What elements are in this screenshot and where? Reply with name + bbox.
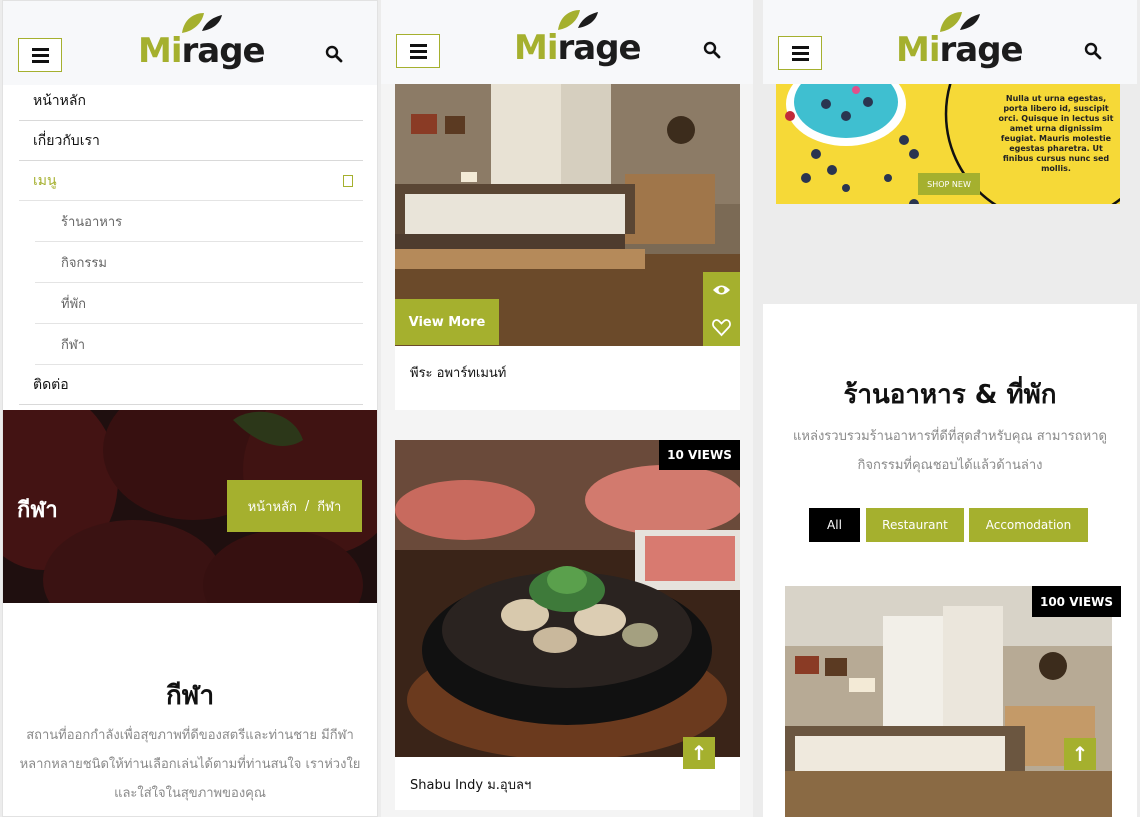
- section-description: แหล่งรวบรวมร้านอาหารที่ดีที่สุดสำหรับคุณ…: [793, 429, 1107, 473]
- logo-mi: Mi: [514, 28, 558, 68]
- filter-all-button[interactable]: All: [809, 508, 860, 542]
- mobile-panel-listings: Mirage View More พีระ อพาร์ทเมนท์ 10 VIE…: [381, 0, 753, 817]
- nav-label: เมนู: [33, 172, 57, 189]
- filter-accommodation-button[interactable]: Accomodation: [969, 508, 1088, 542]
- view-more-button[interactable]: View More: [395, 299, 499, 345]
- mobile-panel-restaurant-accommodation: Nulla ut urna egestas, porta libero id, …: [763, 0, 1137, 817]
- hamburger-menu-icon[interactable]: [396, 34, 440, 68]
- nav-label: หน้าหลัก: [33, 92, 86, 109]
- nav-label: ติดต่อ: [33, 376, 69, 393]
- submenu-label: กีฬา: [61, 337, 86, 353]
- scroll-up-arrow-icon[interactable]: ↑: [1064, 738, 1096, 770]
- listing-card[interactable]: View More พีระ อพาร์ทเมนท์: [395, 84, 740, 410]
- promo-banner[interactable]: Nulla ut urna egestas, porta libero id, …: [776, 84, 1120, 204]
- room-photo[interactable]: [785, 586, 1112, 817]
- breadcrumb: หน้าหลัก / กีฬา: [227, 480, 362, 532]
- bedroom-image: [785, 586, 1112, 817]
- submenu-label: กิจกรรม: [61, 255, 107, 271]
- listing-card[interactable]: 10 VIEWS ↑ Shabu Indy ม.อุบลฯ: [395, 440, 740, 810]
- mobile-panel-sports: Mirage หน้าหลัก เกี่ยวกับเรา เมนู ร้านอา…: [2, 0, 378, 817]
- eye-icon[interactable]: [703, 272, 740, 309]
- search-icon[interactable]: [1084, 42, 1102, 60]
- card-actions: [703, 272, 740, 346]
- mobile-nav-menu: หน้าหลัก เกี่ยวกับเรา เมนู ร้านอาหาร กิจ…: [19, 81, 363, 405]
- hamburger-menu-icon[interactable]: [18, 38, 62, 72]
- nav-item-contact[interactable]: ติดต่อ: [19, 365, 363, 405]
- views-badge: 100 VIEWS: [1032, 586, 1121, 617]
- site-header: Mirage: [763, 0, 1137, 84]
- site-header: Mirage: [381, 0, 753, 84]
- submenu-item-restaurant[interactable]: ร้านอาหาร: [35, 201, 363, 242]
- section-description: สถานที่ออกกำลังเพื่อสุขภาพที่ดีของสตรีแล…: [19, 728, 361, 801]
- promo-text: Nulla ut urna egestas, porta libero id, …: [998, 94, 1114, 173]
- filter-restaurant-button[interactable]: Restaurant: [866, 508, 964, 542]
- card-title[interactable]: Shabu Indy ม.อุบลฯ: [410, 774, 531, 795]
- listing-card[interactable]: 100 VIEWS ↑: [785, 586, 1121, 817]
- breadcrumb-current: กีฬา: [317, 499, 342, 515]
- hero-banner: กีฬา หน้าหลัก / กีฬา: [3, 410, 377, 603]
- logo-rage: rage: [557, 28, 642, 68]
- site-header: Mirage: [3, 1, 377, 85]
- mirage-logo[interactable]: Mirage: [514, 6, 642, 68]
- shop-now-button[interactable]: SHOP NEW: [918, 173, 980, 195]
- nav-item-menu[interactable]: เมนู: [19, 161, 363, 201]
- nav-item-about[interactable]: เกี่ยวกับเรา: [19, 121, 363, 161]
- submenu-toggle-icon[interactable]: [343, 175, 353, 187]
- logo-mi: Mi: [896, 30, 940, 70]
- breadcrumb-separator: /: [304, 498, 310, 514]
- hamburger-menu-icon[interactable]: [778, 36, 822, 70]
- breadcrumb-home-link[interactable]: หน้าหลัก: [248, 496, 297, 517]
- scroll-up-arrow-icon[interactable]: ↑: [683, 737, 715, 769]
- logo-rage: rage: [181, 31, 266, 71]
- logo-rage: rage: [939, 30, 1024, 70]
- submenu: ร้านอาหาร กิจกรรม ที่พัก กีฬา: [35, 201, 363, 365]
- search-icon[interactable]: [703, 41, 721, 59]
- submenu-label: ร้านอาหาร: [61, 214, 123, 230]
- section-title: กีฬา: [165, 681, 215, 711]
- shabu-photo[interactable]: [395, 440, 740, 757]
- search-icon[interactable]: [325, 45, 343, 63]
- nav-label: เกี่ยวกับเรา: [33, 132, 100, 149]
- nav-item-home[interactable]: หน้าหลัก: [19, 81, 363, 121]
- heart-icon[interactable]: [703, 309, 740, 346]
- submenu-item-accommodation[interactable]: ที่พัก: [35, 283, 363, 324]
- submenu-item-sports[interactable]: กีฬา: [35, 324, 363, 365]
- logo-mi: Mi: [138, 31, 182, 71]
- submenu-item-activity[interactable]: กิจกรรม: [35, 242, 363, 283]
- section-title: ร้านอาหาร & ที่พัก: [843, 380, 1057, 410]
- views-badge: 10 VIEWS: [659, 440, 740, 470]
- shabu-image: [395, 440, 740, 757]
- submenu-label: ที่พัก: [61, 296, 87, 312]
- hero-title: กีฬา: [17, 498, 58, 523]
- card-title[interactable]: พีระ อพาร์ทเมนท์: [410, 362, 506, 383]
- mirage-logo[interactable]: Mirage: [896, 8, 1024, 70]
- mirage-logo[interactable]: Mirage: [138, 9, 266, 71]
